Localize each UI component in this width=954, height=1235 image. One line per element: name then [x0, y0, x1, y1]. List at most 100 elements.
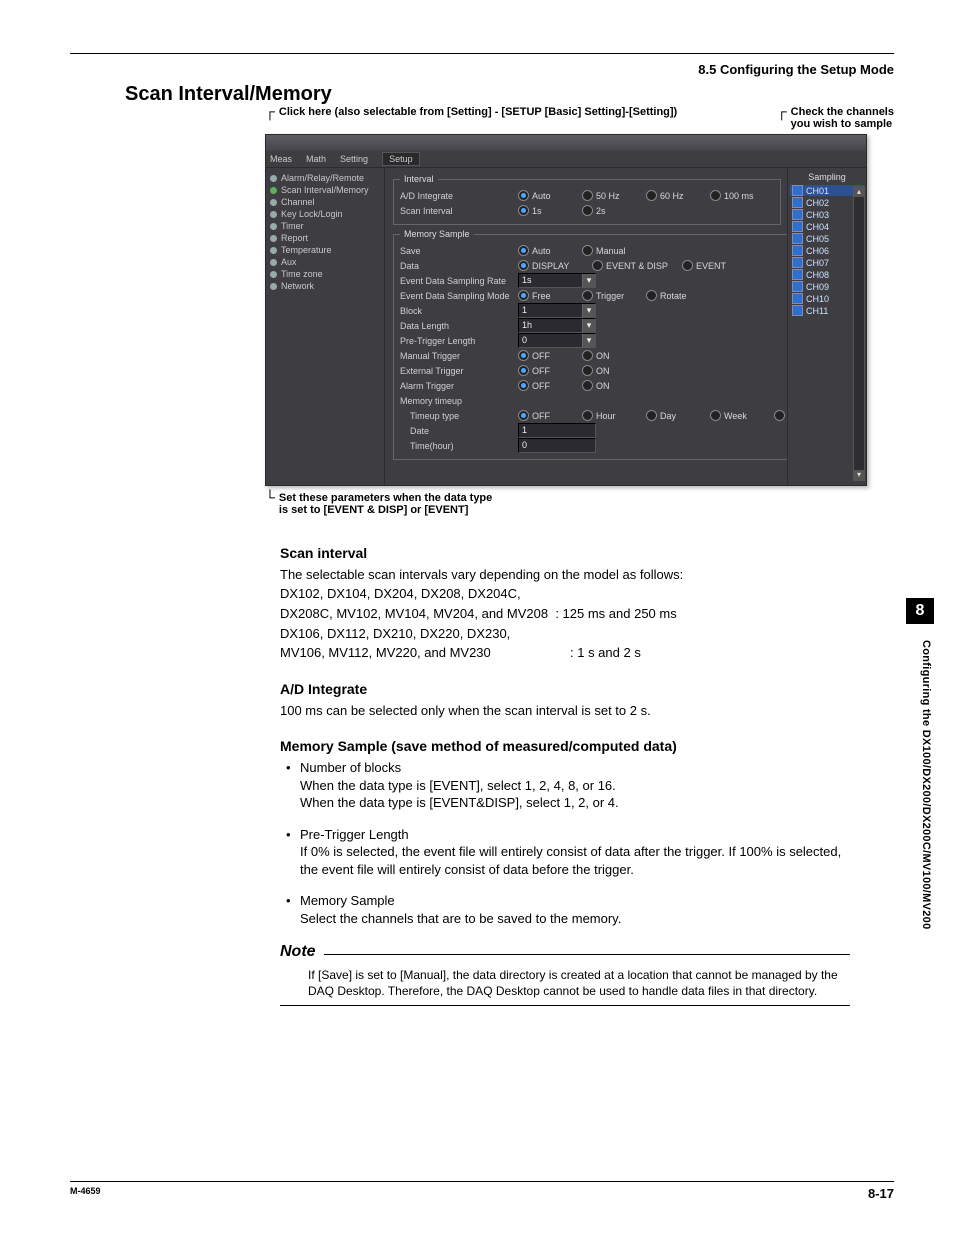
radio-etrig-on[interactable]: ON	[582, 365, 634, 376]
callout-set-parameters: └ Set these parameters when the data typ…	[265, 492, 894, 516]
lbl-ad-integrate: A/D Integrate	[400, 191, 518, 201]
radio-data-event-disp[interactable]: EVENT & DISP	[592, 260, 670, 271]
checkbox-icon[interactable]	[792, 305, 803, 316]
checkbox-icon[interactable]	[792, 257, 803, 268]
body-text: MV106, MV112, MV220, and MV230: 1 s and …	[280, 644, 850, 662]
body-text: DX208C, MV102, MV104, MV204, and MV208 :…	[280, 605, 850, 623]
nav-scan-interval[interactable]: Scan Interval/Memory	[270, 184, 380, 196]
nav-timer[interactable]: Timer	[270, 220, 380, 232]
heading-scan-interval: Scan interval	[280, 544, 850, 563]
radio-save-auto[interactable]: Auto	[518, 245, 570, 256]
scroll-up-icon[interactable]: ▴	[854, 187, 864, 197]
checkbox-icon[interactable]	[792, 293, 803, 304]
scroll-down-icon[interactable]: ▾	[854, 470, 864, 480]
radio-tu-off[interactable]: OFF	[518, 410, 570, 421]
input-date[interactable]: 1	[518, 423, 596, 438]
group-memory-sample: Memory Sample Save Auto Manual Data DISP…	[393, 229, 787, 460]
checkbox-icon[interactable]	[792, 233, 803, 244]
nav-channel[interactable]: Channel	[270, 196, 380, 208]
radio-etrig-off[interactable]: OFF	[518, 365, 570, 376]
heading-ad-integrate: A/D Integrate	[280, 680, 850, 699]
body-text: When the data type is [EVENT&DISP], sele…	[300, 794, 850, 812]
radio-mtrig-off[interactable]: OFF	[518, 350, 570, 361]
titlebar	[266, 135, 866, 151]
note-heading: Note	[280, 941, 850, 963]
radio-save-manual[interactable]: Manual	[582, 245, 634, 256]
page-number: 8-17	[868, 1186, 894, 1201]
body-text: The selectable scan intervals vary depen…	[280, 566, 850, 584]
radio-ad-60hz[interactable]: 60 Hz	[646, 190, 698, 201]
body-text: Select the channels that are to be saved…	[300, 910, 850, 928]
app-window: Meas Math Setting Setup Alarm/Relay/Remo…	[265, 134, 867, 486]
menu-meas[interactable]: Meas	[270, 154, 292, 164]
input-time[interactable]: 0	[518, 438, 596, 453]
radio-atrig-on[interactable]: ON	[582, 380, 634, 391]
checkbox-icon[interactable]	[792, 209, 803, 220]
lbl-date: Date	[400, 426, 518, 436]
radio-tu-week[interactable]: Week	[710, 410, 762, 421]
radio-tu-month[interactable]: Month	[774, 410, 787, 421]
scrollbar[interactable]: ▴ ▾	[853, 186, 865, 481]
nav-temperature[interactable]: Temperature	[270, 244, 380, 256]
radio-edsm-rotate[interactable]: Rotate	[646, 290, 698, 301]
checkbox-icon[interactable]	[792, 281, 803, 292]
radio-tu-day[interactable]: Day	[646, 410, 698, 421]
nav-keylock[interactable]: Key Lock/Login	[270, 208, 380, 220]
radio-edsm-trigger[interactable]: Trigger	[582, 290, 634, 301]
lbl-memory-timeup: Memory timeup	[400, 396, 518, 406]
menu-math[interactable]: Math	[306, 154, 326, 164]
side-nav: Alarm/Relay/Remote Scan Interval/Memory …	[266, 168, 385, 485]
radio-ad-auto[interactable]: Auto	[518, 190, 570, 201]
body-text: DX102, DX104, DX204, DX208, DX204C,	[280, 585, 850, 603]
nav-network[interactable]: Network	[270, 280, 380, 292]
footer-left: M-4659	[70, 1186, 101, 1201]
checkbox-icon[interactable]	[792, 197, 803, 208]
radio-ad-100ms[interactable]: 100 ms	[710, 190, 762, 201]
nav-alarm[interactable]: Alarm/Relay/Remote	[270, 172, 380, 184]
channel-panel: Sampling CH01 CH02 CH03 CH04 CH05 CH06 C…	[787, 168, 866, 485]
chevron-down-icon: ▾	[582, 304, 595, 317]
lbl-edsr: Event Data Sampling Rate	[400, 276, 518, 286]
combo-pretrigger[interactable]: 0▾	[518, 333, 596, 348]
channel-header: Sampling	[790, 172, 864, 182]
bullet-item: •Memory Sample	[286, 892, 850, 910]
lbl-scan-interval: Scan Interval	[400, 206, 518, 216]
radio-edsm-free[interactable]: Free	[518, 290, 570, 301]
radio-data-display[interactable]: DISPLAY	[518, 260, 580, 271]
callout-click-here: ┌ Click here (also selectable from [Sett…	[265, 106, 677, 118]
radio-ad-50hz[interactable]: 50 Hz	[582, 190, 634, 201]
menubar: Meas Math Setting Setup	[266, 151, 866, 168]
chevron-down-icon: ▾	[582, 274, 595, 287]
menu-setup[interactable]: Setup	[382, 152, 420, 166]
menu-setting[interactable]: Setting	[340, 154, 368, 164]
radio-data-event[interactable]: EVENT	[682, 260, 734, 271]
combo-block[interactable]: 1▾	[518, 303, 596, 318]
checkbox-icon[interactable]	[792, 245, 803, 256]
lbl-time-hour: Time(hour)	[400, 441, 518, 451]
radio-mtrig-on[interactable]: ON	[582, 350, 634, 361]
combo-edsr[interactable]: 1s▾	[518, 273, 596, 288]
nav-timezone[interactable]: Time zone	[270, 268, 380, 280]
nav-aux[interactable]: Aux	[270, 256, 380, 268]
radio-tu-hour[interactable]: Hour	[582, 410, 634, 421]
chevron-down-icon: ▾	[582, 334, 595, 347]
main-panel: Interval A/D Integrate Auto 50 Hz 60 Hz …	[385, 168, 787, 485]
chevron-down-icon: ▾	[582, 319, 595, 332]
lbl-alarm-trigger: Alarm Trigger	[400, 381, 518, 391]
radio-scan-2s[interactable]: 2s	[582, 205, 634, 216]
nav-report[interactable]: Report	[270, 232, 380, 244]
radio-atrig-off[interactable]: OFF	[518, 380, 570, 391]
checkbox-icon[interactable]	[792, 269, 803, 280]
checkbox-icon[interactable]	[792, 185, 803, 196]
chapter-tab-text: Configuring the DX100/DX200/DX200C/MV100…	[920, 640, 932, 1020]
chapter-tab-number: 8	[906, 598, 934, 624]
heading-memory-sample: Memory Sample (save method of measured/c…	[280, 737, 850, 756]
combo-data-length[interactable]: 1h▾	[518, 318, 596, 333]
lbl-edsm: Event Data Sampling Mode	[400, 291, 518, 301]
checkbox-icon[interactable]	[792, 221, 803, 232]
lbl-data: Data	[400, 261, 518, 271]
body-text: When the data type is [EVENT], select 1,…	[300, 777, 850, 795]
radio-scan-1s[interactable]: 1s	[518, 205, 570, 216]
lbl-save: Save	[400, 246, 518, 256]
body-text: 100 ms can be selected only when the sca…	[280, 702, 850, 720]
